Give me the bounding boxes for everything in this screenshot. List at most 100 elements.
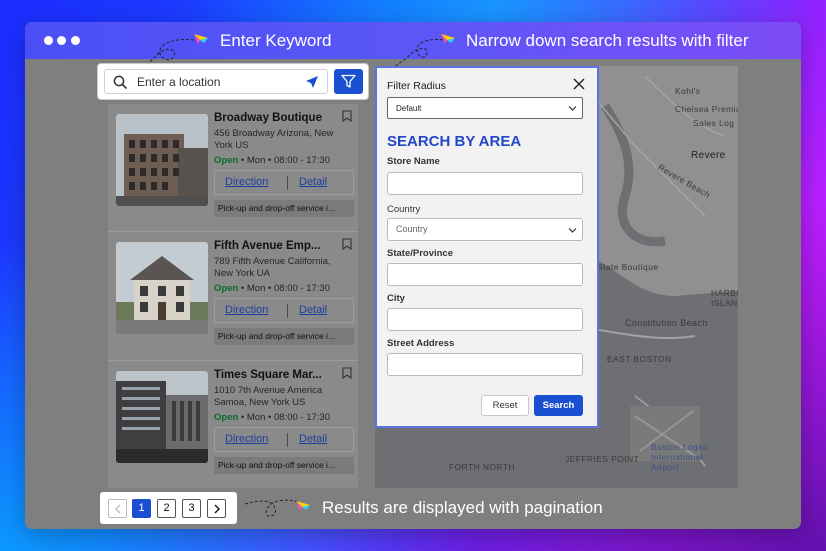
action-divider <box>287 304 288 318</box>
reset-label: Reset <box>492 400 518 411</box>
map-label-jeffries: JEFFRIES POINT <box>565 454 640 464</box>
store-address: 789 Fifth Avenue California, New York UA <box>214 256 331 279</box>
section-title: SEARCH BY AREA <box>387 133 522 150</box>
search-field[interactable] <box>104 69 328 94</box>
store-day: Mon <box>246 155 266 166</box>
filter-panel: Filter Radius Default SEARCH BY AREA Sto… <box>375 66 599 428</box>
store-name[interactable]: Fifth Avenue Emp... <box>214 240 321 252</box>
store-hours: Open • Mon • 08:00 - 17:30 <box>214 283 330 294</box>
state-label: State/Province <box>387 248 453 259</box>
store-name-label: Store Name <box>387 156 440 167</box>
page-button-2[interactable]: 2 <box>157 499 176 518</box>
map-label-revere: Revere <box>691 150 726 161</box>
store-photo <box>116 114 208 206</box>
store-card[interactable]: Broadway Boutique 456 Broadway Arizona, … <box>108 104 358 230</box>
radius-select[interactable]: Default <box>387 97 583 119</box>
search-bar <box>98 64 368 99</box>
store-card[interactable]: Times Square Mar... 1010 7th Avenue Amer… <box>108 361 358 487</box>
browser-window: Enter Keyword Narrow down search results… <box>25 22 801 529</box>
filter-radius-label: Filter Radius <box>387 80 446 92</box>
store-photo <box>116 371 208 463</box>
annotation-curve-pagination <box>244 499 300 517</box>
store-photo <box>116 242 208 334</box>
store-time: 08:00 - 17:30 <box>273 155 330 166</box>
annotation-filter: Narrow down search results with filter <box>466 31 749 50</box>
page-button-3[interactable]: 3 <box>182 499 201 518</box>
state-input[interactable] <box>387 263 583 286</box>
pagination: 1 2 3 <box>100 492 237 524</box>
map-label-constitution: Constitution Beach <box>625 318 708 328</box>
store-time: 08:00 - 17:30 <box>273 412 330 423</box>
bookmark-icon[interactable] <box>342 110 352 122</box>
direction-link[interactable]: Direction <box>225 176 268 188</box>
detail-link[interactable]: Detail <box>299 433 327 445</box>
store-service: Pick-up and drop-off service i... <box>214 200 354 217</box>
reset-button[interactable]: Reset <box>481 395 529 416</box>
store-card[interactable]: Fifth Avenue Emp... 789 Fifth Avenue Cal… <box>108 232 358 358</box>
store-hours: Open • Mon • 08:00 - 17:30 <box>214 412 330 423</box>
store-address: 1010 7th Avenue America Samoa, New York … <box>214 385 323 408</box>
store-service: Pick-up and drop-off service i... <box>214 457 354 474</box>
prev-page-button[interactable] <box>108 499 127 518</box>
store-actions: Direction Detail <box>214 298 354 323</box>
filter-button[interactable] <box>334 69 363 94</box>
store-day: Mon <box>246 412 266 423</box>
store-day: Mon <box>246 283 266 294</box>
country-label: Country <box>387 204 421 215</box>
window-dot-3 <box>71 36 80 45</box>
city-label: City <box>387 293 405 304</box>
bookmark-icon[interactable] <box>342 367 352 379</box>
window-dot-2 <box>57 36 66 45</box>
direction-link[interactable]: Direction <box>225 304 268 316</box>
store-actions: Direction Detail <box>214 170 354 195</box>
filter-icon <box>341 74 356 88</box>
store-address: 456 Broadway Arizona, New York US <box>214 128 334 151</box>
store-name[interactable]: Broadway Boutique <box>214 112 322 124</box>
page-button-1[interactable]: 1 <box>132 499 151 518</box>
bookmark-icon[interactable] <box>342 238 352 250</box>
action-divider <box>287 176 288 190</box>
close-icon[interactable] <box>573 78 585 90</box>
chevron-left-icon <box>114 504 120 514</box>
street-label: Street Address <box>387 338 455 349</box>
detail-link[interactable]: Detail <box>299 304 327 316</box>
results-list[interactable]: Broadway Boutique 456 Broadway Arizona, … <box>108 104 358 488</box>
locate-icon[interactable] <box>305 75 319 89</box>
map-label-sales: Sales Log <box>693 118 735 128</box>
chevron-down-icon <box>568 228 577 233</box>
country-placeholder: Country <box>396 224 428 234</box>
open-status: Open <box>214 155 239 166</box>
country-select[interactable]: Country <box>387 218 583 241</box>
search-button[interactable]: Search <box>534 395 583 416</box>
chevron-down-icon <box>568 106 577 111</box>
store-actions: Direction Detail <box>214 427 354 452</box>
map-label-east-boston: EAST BOSTON <box>607 354 672 364</box>
store-service: Pick-up and drop-off service i... <box>214 328 354 345</box>
map-label-harbor: HARBOR ISLAND <box>711 288 738 308</box>
store-name-input[interactable] <box>387 172 583 195</box>
open-status: Open <box>214 412 239 423</box>
open-status: Open <box>214 283 239 294</box>
map-label-state-boutique: State Boutique <box>597 262 659 272</box>
radius-value: Default <box>396 104 422 113</box>
annotation-keyword: Enter Keyword <box>220 31 332 50</box>
search-label: Search <box>542 400 575 411</box>
search-icon <box>113 75 127 89</box>
window-dot-1 <box>44 36 53 45</box>
direction-link[interactable]: Direction <box>225 433 268 445</box>
store-name[interactable]: Times Square Mar... <box>214 369 322 381</box>
detail-link[interactable]: Detail <box>299 176 327 188</box>
next-page-button[interactable] <box>207 499 226 518</box>
location-input[interactable] <box>137 73 297 91</box>
action-divider <box>287 433 288 447</box>
city-input[interactable] <box>387 308 583 331</box>
map-label-fourth-north: FORTH NORTH <box>449 462 515 472</box>
map-label-chelsea: Chelsea Premium <box>675 104 738 114</box>
sparkle-icon <box>296 501 310 511</box>
map-label-logan: Boston Logan International Airport <box>651 442 709 472</box>
chevron-right-icon <box>214 504 220 514</box>
store-time: 08:00 - 17:30 <box>273 283 330 294</box>
store-hours: Open • Mon • 08:00 - 17:30 <box>214 155 330 166</box>
annotation-pagination: Results are displayed with pagination <box>322 498 603 517</box>
street-input[interactable] <box>387 353 583 376</box>
